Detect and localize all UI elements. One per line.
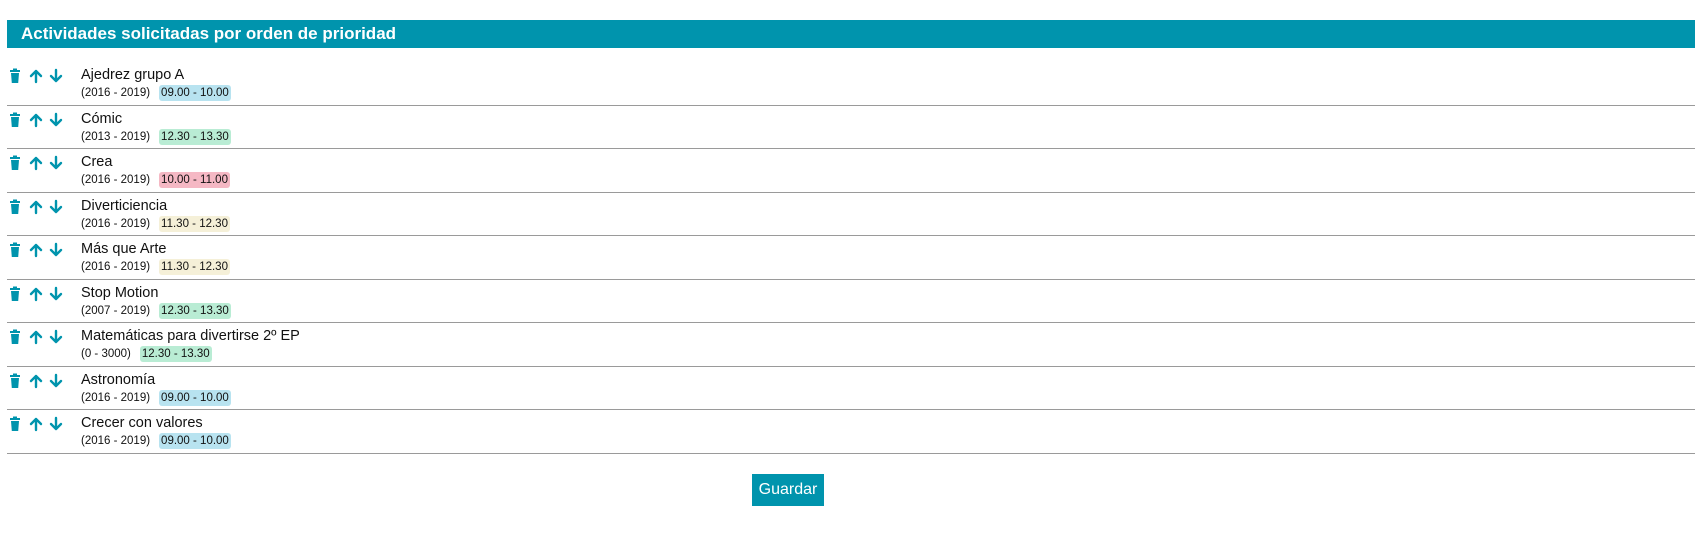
activity-row: Stop Motion (2007 - 2019) 12.30 - 13.30 xyxy=(7,280,1695,323)
trash-icon[interactable] xyxy=(7,329,23,345)
schedule-badge: 12.30 - 13.30 xyxy=(139,346,212,362)
row-actions xyxy=(7,416,69,432)
activity-meta: (2016 - 2019) 09.00 - 10.00 xyxy=(81,389,231,407)
trash-icon[interactable] xyxy=(7,155,23,171)
schedule-badge: 11.30 - 12.30 xyxy=(159,259,230,275)
activity-meta: (2016 - 2019) 09.00 - 10.00 xyxy=(81,432,231,450)
arrow-down-icon[interactable] xyxy=(48,242,64,258)
schedule-badge: 12.30 - 13.30 xyxy=(159,128,231,145)
activity-years: (2007 - 2019) xyxy=(81,304,151,317)
trash-icon[interactable] xyxy=(7,112,23,128)
trash-icon[interactable] xyxy=(7,286,23,302)
arrow-down-icon[interactable] xyxy=(48,329,64,345)
activity-row: Matemáticas para divertirse 2º EP (0 - 3… xyxy=(7,323,1695,367)
activity-years: (0 - 3000) xyxy=(81,348,131,360)
activity-name: Más que Arte xyxy=(81,241,167,257)
arrow-down-icon[interactable] xyxy=(48,373,64,389)
trash-icon[interactable] xyxy=(7,242,23,258)
activity-years: (2016 - 2019) xyxy=(81,87,151,99)
trash-icon[interactable] xyxy=(7,68,23,84)
activity-name: Stop Motion xyxy=(81,284,159,301)
activity-name: Cómic xyxy=(81,110,123,127)
arrow-up-icon[interactable] xyxy=(28,286,44,302)
activity-meta: (2016 - 2019) 10.00 - 11.00 xyxy=(81,171,230,189)
arrow-up-icon[interactable] xyxy=(28,112,44,128)
trash-icon[interactable] xyxy=(7,373,23,389)
schedule-badge: 09.00 - 10.00 xyxy=(159,433,231,449)
row-actions xyxy=(7,68,69,84)
activity-row: Ajedrez grupo A (2016 - 2019) 09.00 - 10… xyxy=(7,62,1695,106)
activity-years: (2016 - 2019) xyxy=(81,174,151,186)
arrow-up-icon[interactable] xyxy=(28,416,44,432)
arrow-down-icon[interactable] xyxy=(48,286,64,302)
trash-icon[interactable] xyxy=(7,416,23,432)
arrow-up-icon[interactable] xyxy=(28,329,44,345)
activity-meta: (2016 - 2019) 11.30 - 12.30 xyxy=(81,258,230,276)
schedule-badge: 09.00 - 10.00 xyxy=(159,389,231,406)
activity-row: Cómic (2013 - 2019) 12.30 - 13.30 xyxy=(7,106,1695,149)
activity-name: Matemáticas para divertirse 2º EP xyxy=(81,328,300,344)
activity-row: Más que Arte (2016 - 2019) 11.30 - 12.30 xyxy=(7,236,1695,280)
arrow-up-icon[interactable] xyxy=(28,199,44,215)
activity-meta: (2016 - 2019) 11.30 - 12.30 xyxy=(81,215,230,233)
activity-meta: (2016 - 2019) 09.00 - 10.00 xyxy=(81,84,231,102)
schedule-badge: 10.00 - 11.00 xyxy=(159,172,230,188)
activity-years: (2016 - 2019) xyxy=(81,435,151,447)
schedule-badge: 11.30 - 12.30 xyxy=(159,215,230,232)
arrow-up-icon[interactable] xyxy=(28,242,44,258)
activity-list: Ajedrez grupo A (2016 - 2019) 09.00 - 10… xyxy=(7,62,1695,454)
activity-name: Ajedrez grupo A xyxy=(81,67,185,83)
activity-years: (2016 - 2019) xyxy=(81,217,151,230)
activity-meta: (0 - 3000) 12.30 - 13.30 xyxy=(81,345,212,363)
arrow-down-icon[interactable] xyxy=(48,155,64,171)
row-actions xyxy=(7,155,69,171)
row-actions xyxy=(7,329,69,345)
schedule-badge: 09.00 - 10.00 xyxy=(159,85,231,101)
save-button[interactable]: Guardar xyxy=(751,474,825,506)
section-title: Actividades solicitadas por orden de pri… xyxy=(21,24,397,43)
arrow-up-icon[interactable] xyxy=(28,155,44,171)
activity-years: (2016 - 2019) xyxy=(81,391,151,404)
save-button-container: Guardar xyxy=(0,474,1576,506)
row-actions xyxy=(7,199,69,215)
activity-row: Crea (2016 - 2019) 10.00 - 11.00 xyxy=(7,149,1695,193)
row-actions xyxy=(7,112,69,128)
schedule-badge: 12.30 - 13.30 xyxy=(159,302,231,319)
activity-name: Crecer con valores xyxy=(81,415,203,431)
activity-row: Crecer con valores (2016 - 2019) 09.00 -… xyxy=(7,410,1695,454)
activity-row: Astronomía (2016 - 2019) 09.00 - 10.00 xyxy=(7,367,1695,410)
activity-years: (2013 - 2019) xyxy=(81,130,151,143)
activity-row: Diverticiencia (2016 - 2019) 11.30 - 12.… xyxy=(7,193,1695,236)
activity-meta: (2007 - 2019) 12.30 - 13.30 xyxy=(81,302,231,320)
activity-name: Astronomía xyxy=(81,371,156,388)
trash-icon[interactable] xyxy=(7,199,23,215)
arrow-up-icon[interactable] xyxy=(28,373,44,389)
activity-name: Crea xyxy=(81,154,113,170)
arrow-down-icon[interactable] xyxy=(48,112,64,128)
arrow-down-icon[interactable] xyxy=(48,416,64,432)
arrow-up-icon[interactable] xyxy=(28,68,44,84)
activity-years: (2016 - 2019) xyxy=(81,261,151,273)
row-actions xyxy=(7,286,69,302)
arrow-down-icon[interactable] xyxy=(48,199,64,215)
row-actions xyxy=(7,242,69,258)
section-header: Actividades solicitadas por orden de pri… xyxy=(7,20,1695,48)
activity-meta: (2013 - 2019) 12.30 - 13.30 xyxy=(81,128,231,146)
arrow-down-icon[interactable] xyxy=(48,68,64,84)
row-actions xyxy=(7,373,69,389)
activity-name: Diverticiencia xyxy=(81,197,168,214)
